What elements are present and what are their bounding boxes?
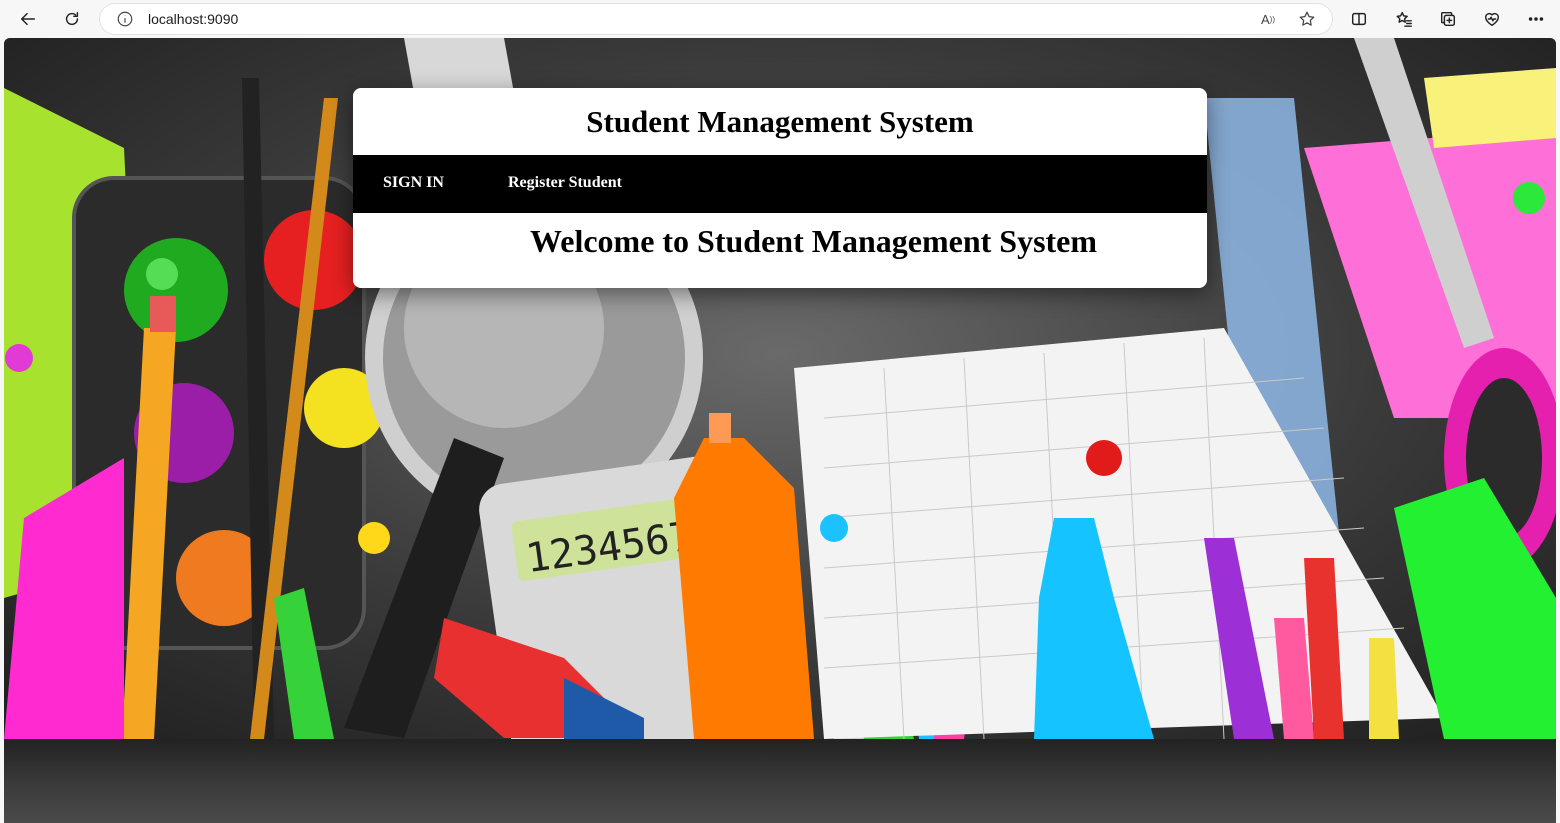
refresh-icon[interactable] [58,5,86,33]
address-bar[interactable]: localhost:9090 A)) [100,4,1332,34]
site-title: Student Management System [586,103,974,139]
favorites-icon[interactable] [1390,5,1418,33]
collections-icon[interactable] [1434,5,1462,33]
welcome-text: Welcome to Student Management System [530,223,1098,259]
info-icon[interactable] [116,10,134,28]
header-card: Student Management System SIGN IN Regist… [353,88,1207,288]
page-footer-area [4,739,1556,823]
url-text[interactable]: localhost:9090 [148,11,238,27]
more-options-icon[interactable] [1522,5,1550,33]
welcome-heading: Welcome to Student Management System [353,213,1207,271]
back-icon[interactable] [14,5,42,33]
split-screen-icon[interactable] [1345,5,1373,33]
browser-toolbar: localhost:9090 A)) [0,0,1560,38]
read-aloud-icon[interactable]: A)) [1258,9,1278,29]
nav-register-student-link[interactable]: Register Student [508,174,622,192]
nav-sign-in-link[interactable]: SIGN IN [383,174,444,192]
page-viewport: 123456789 Student Management System SIGN… [4,38,1556,823]
favorite-star-icon[interactable] [1297,9,1317,29]
browser-essentials-icon[interactable] [1478,5,1506,33]
navbar: SIGN IN Register Student [353,155,1207,213]
